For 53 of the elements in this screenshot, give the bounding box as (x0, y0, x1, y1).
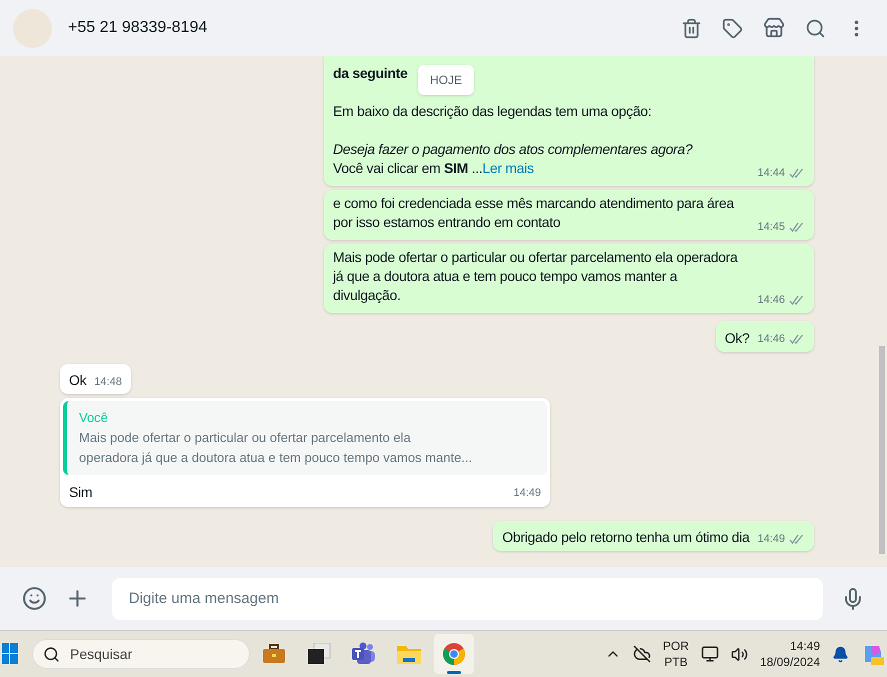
network-icon[interactable] (700, 645, 719, 663)
message-input[interactable]: Digite uma mensagem (112, 578, 824, 620)
windows-squares-icon (307, 643, 331, 665)
search-placeholder: Pesquisar (70, 644, 132, 664)
quote-text: operadora já que a doutora atua e tem pouco tempo vamos mante... (79, 448, 474, 467)
message-text: da seguinte (333, 64, 408, 83)
search-icon[interactable] (805, 18, 826, 38)
double-check-icon (789, 222, 805, 232)
label-icon[interactable] (722, 18, 743, 38)
clock-date[interactable]: 18/09/2024 (760, 654, 820, 670)
search-icon (43, 646, 60, 662)
message-text: Em baixo da descrição das legendas tem uma opção: (333, 102, 652, 121)
people-icon (351, 642, 377, 666)
browser-logo-icon (442, 642, 466, 666)
double-check-icon (789, 168, 805, 178)
date-chip: HOJE (418, 65, 474, 95)
briefcase-icon (262, 644, 286, 664)
message-text: Ok (69, 371, 86, 390)
notification-bell-icon[interactable] (832, 646, 849, 662)
message-text: Ok? (724, 328, 750, 348)
read-more-link[interactable]: Ler mais (482, 160, 534, 176)
language-indicator[interactable]: POR (662, 638, 689, 654)
message-text: e como foi credenciada esse mês marcando atendimento para área por isso estamos entrando em contato (333, 194, 736, 232)
message-time: 14:49 (757, 532, 785, 546)
message-time: 14:46 (757, 292, 785, 308)
message-time: 14:45 (757, 220, 785, 234)
quote-text: Mais pode ofertar o particular ou ofertar parcelamento ela (79, 428, 412, 447)
windows-logo-icon[interactable] (2, 643, 18, 665)
emoji-icon[interactable] (22, 586, 47, 611)
double-check-icon (789, 294, 805, 305)
taskbar-search[interactable]: Pesquisar (32, 639, 250, 669)
cloud-off-icon[interactable] (632, 645, 651, 663)
message-text: Você vai clicar em SIM ...Ler mais (333, 159, 534, 178)
store-icon[interactable] (763, 17, 785, 39)
quote-author: Você (79, 409, 109, 427)
clock-time[interactable]: 14:49 (790, 638, 820, 654)
message-time: 14:49 (513, 486, 541, 501)
folder-icon (396, 643, 422, 665)
message-text: Sim (69, 482, 92, 502)
message-time: 14:46 (757, 332, 785, 347)
message-text: Mais pode ofertar o particular ou ofertar parcelamento ela operadora já que a doutora atua e tem pouco tempo vamos manter a divulgação. (333, 248, 739, 305)
message-time: 14:48 (94, 374, 122, 390)
double-check-icon (789, 534, 805, 544)
volume-icon[interactable] (730, 646, 748, 662)
message-text: Obrigado pelo retorno tenha um ótimo dia (502, 528, 750, 547)
contact-name[interactable]: +55 21 98339-8194 (68, 16, 208, 40)
double-check-icon (789, 334, 805, 344)
language-indicator[interactable]: PTB (664, 654, 688, 670)
delete-icon[interactable] (681, 18, 702, 38)
message-text: Deseja fazer o pagamento dos atos complementares agora? (333, 140, 692, 159)
message-time: 14:44 (757, 166, 785, 180)
active-indicator (447, 671, 461, 674)
quoted-message[interactable]: Você Mais pode ofertar o particular ou ofertar parcelamento ela operadora já que a doutora atua e tem pouco tempo vamos mante... (63, 401, 547, 474)
